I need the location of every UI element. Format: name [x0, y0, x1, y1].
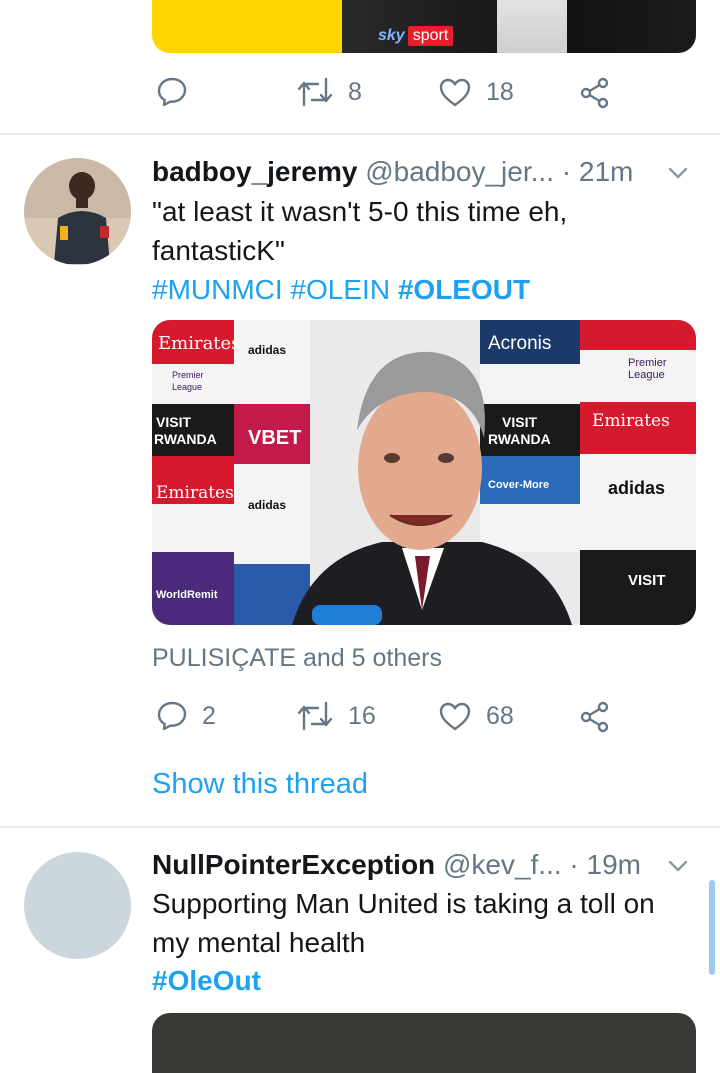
board-premier: Premier: [628, 357, 667, 369]
board-adidas: adidas: [608, 478, 665, 498]
board-worldremit: WorldRemit: [156, 589, 218, 601]
tweet-media[interactable]: [152, 1013, 696, 1073]
share-icon: [580, 77, 609, 109]
board-visit: VISIT: [156, 414, 191, 430]
reply-button[interactable]: [156, 76, 188, 108]
retweet-button[interactable]: 8: [296, 76, 362, 108]
hashtag-link[interactable]: #OLEOUT: [398, 274, 530, 305]
hashtag-link[interactable]: #OLEIN: [290, 274, 390, 305]
tweet-text: "at least it wasn't 5-0 this time eh, fa…: [152, 192, 692, 270]
tweet-divider: [0, 826, 720, 828]
show-thread-link[interactable]: Show this thread: [152, 768, 368, 801]
board-visit: VISIT: [628, 572, 666, 589]
avatar-photo: [24, 158, 131, 265]
interview-photo: Emirates VISIT RWANDA Emirates WorldRemi…: [152, 320, 696, 625]
tweet-text-line: "at least it wasn't 5-0 this time eh,: [152, 196, 568, 227]
top-tweet-media[interactable]: sky sport: [152, 0, 696, 53]
retweet-button[interactable]: 16: [296, 700, 376, 732]
hashtag-link[interactable]: #OleOut: [152, 965, 261, 996]
like-count: 18: [486, 77, 514, 106]
board-emirates: Emirates: [158, 333, 240, 354]
board-emirates: Emirates: [592, 411, 670, 431]
tweet-hashtags: #MUNMCI #OLEIN #OLEOUT: [152, 273, 530, 307]
reply-icon: [157, 701, 187, 731]
reply-button[interactable]: 2: [156, 700, 216, 732]
tweet-header: badboy_jeremy @badboy_jer... · 21m: [152, 155, 633, 189]
tweet-text: Supporting Man United is taking a toll o…: [152, 884, 697, 962]
sky-sport-logo: sky sport: [378, 25, 454, 47]
share-button[interactable]: [579, 701, 611, 733]
board-premier: Premier: [172, 370, 204, 380]
display-name[interactable]: badboy_jeremy: [152, 156, 357, 187]
media-shirt-area: [497, 0, 567, 53]
like-button[interactable]: 18: [438, 76, 514, 108]
board-visit: VISIT: [502, 414, 537, 430]
tweet-media[interactable]: Emirates VISIT RWANDA Emirates WorldRemi…: [152, 320, 696, 625]
scrollbar[interactable]: [709, 880, 715, 975]
board-covermore: Cover-More: [488, 479, 549, 491]
caret-down-icon[interactable]: [667, 162, 689, 184]
board-acronis: Acronis: [488, 333, 551, 354]
caret-down-icon[interactable]: [667, 855, 689, 877]
tweet-time[interactable]: · 19m: [569, 849, 641, 880]
avatar[interactable]: [24, 158, 131, 265]
tweet-header: NullPointerException @kev_f... · 19m: [152, 848, 641, 882]
reply-icon: [157, 77, 187, 107]
user-handle[interactable]: @badboy_jer...: [365, 156, 554, 187]
tweet-text-line: fantasticK": [152, 235, 285, 266]
share-icon: [580, 701, 609, 733]
retweet-count: 16: [348, 701, 376, 730]
board-adidas: adidas: [248, 498, 286, 512]
hashtag-link[interactable]: #MUNMCI: [152, 274, 283, 305]
retweet-icon: [297, 77, 333, 107]
tweet-divider: [0, 133, 720, 135]
share-button[interactable]: [579, 77, 611, 109]
like-icon: [439, 702, 471, 731]
avatar[interactable]: [24, 852, 131, 959]
board-rwanda: RWANDA: [154, 431, 217, 447]
board-league: League: [172, 382, 202, 392]
tweet-hashtags: #OleOut: [152, 964, 261, 998]
liked-by[interactable]: PULISIÇATE and 5 others: [152, 644, 442, 673]
retweet-count: 8: [348, 77, 362, 106]
reply-count: 2: [202, 701, 216, 730]
board-emirates: Emirates: [156, 483, 234, 503]
tweet-text-line: my mental health: [152, 927, 366, 958]
retweet-icon: [297, 701, 333, 731]
display-name[interactable]: NullPointerException: [152, 849, 435, 880]
like-button[interactable]: 68: [438, 700, 514, 732]
board-adidas: adidas: [248, 343, 286, 357]
tweet-text-line: Supporting Man United is taking a toll o…: [152, 888, 655, 919]
board-league: League: [628, 369, 665, 381]
like-icon: [439, 78, 471, 107]
board-vbet: VBET: [248, 427, 301, 449]
user-handle[interactable]: @kev_f...: [443, 849, 562, 880]
tweet-time[interactable]: · 21m: [562, 156, 634, 187]
like-count: 68: [486, 701, 514, 730]
board-rwanda: RWANDA: [488, 431, 551, 447]
